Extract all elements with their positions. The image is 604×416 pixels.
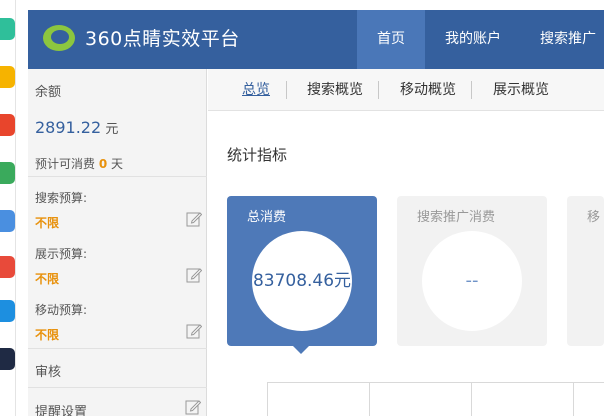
nav-home[interactable]: 首页 bbox=[357, 10, 425, 69]
balance-unit: 元 bbox=[105, 122, 119, 137]
logo-icon[interactable] bbox=[42, 24, 76, 52]
account-sidebar: 余额 2891.22 元 预计可消费 0 天 搜索预算: 不限 展示预算: 不限… bbox=[28, 69, 207, 416]
section-title: 统计指标 bbox=[227, 146, 288, 164]
blue-app-icon[interactable] bbox=[0, 300, 15, 322]
balance-value: 2891.22 bbox=[35, 118, 102, 137]
card-title: 总消费 bbox=[247, 210, 287, 225]
nav-my-account[interactable]: 我的账户 bbox=[433, 10, 513, 69]
mail-app-icon[interactable] bbox=[0, 162, 15, 184]
tab-search-overview[interactable]: 搜索概览 bbox=[307, 69, 363, 111]
tab-overview[interactable]: 总览 bbox=[242, 69, 270, 111]
days-unit: 天 bbox=[111, 157, 124, 171]
active-card-pointer bbox=[292, 345, 310, 354]
balance-section: 余额 2891.22 元 预计可消费 0 天 bbox=[28, 69, 207, 177]
balance-label: 余额 bbox=[35, 85, 62, 100]
teal-app-icon[interactable] bbox=[0, 18, 15, 40]
stats-table bbox=[267, 382, 604, 416]
display-budget-label: 展示预算: bbox=[35, 247, 88, 261]
app-dock bbox=[0, 0, 16, 416]
tab-separator bbox=[471, 81, 472, 99]
nav-search-promotion[interactable]: 搜索推广 bbox=[528, 10, 604, 69]
search-budget-value: 不限 bbox=[35, 216, 60, 230]
table-column-divider bbox=[471, 382, 472, 416]
tab-separator bbox=[286, 81, 287, 99]
card-value: 83708.46元 bbox=[252, 231, 352, 331]
mobile-budget-value: 不限 bbox=[35, 328, 60, 342]
tab-mobile-overview[interactable]: 移动概览 bbox=[400, 69, 456, 111]
days-label: 预计可消费 bbox=[35, 157, 96, 171]
budget-section: 搜索预算: 不限 展示预算: 不限 移动预算: 不限 bbox=[28, 177, 207, 349]
days-value: 0 bbox=[98, 157, 108, 171]
card-value: -- bbox=[422, 231, 522, 331]
reminder-settings-link[interactable]: 提醒设置 bbox=[35, 401, 87, 416]
brand-title: 360点睛实效平台 bbox=[85, 28, 240, 50]
weibo-icon[interactable] bbox=[0, 114, 15, 136]
divider bbox=[28, 387, 207, 388]
search-budget-label: 搜索预算: bbox=[35, 191, 88, 205]
balance-amount: 2891.22 元 bbox=[35, 118, 118, 137]
table-column-divider bbox=[369, 382, 370, 416]
star-app-icon[interactable] bbox=[0, 66, 15, 88]
total-spend-card[interactable]: 总消费 83708.46元 bbox=[227, 196, 377, 346]
table-column-divider bbox=[573, 382, 574, 416]
tab-separator bbox=[378, 81, 379, 99]
card-title: 移 bbox=[587, 210, 601, 225]
top-header: 360点睛实效平台 首页 我的账户 搜索推广 bbox=[28, 10, 604, 69]
days-row: 预计可消费 0 天 bbox=[35, 155, 123, 172]
overview-tabs: 总览 搜索概览 移动概览 展示概览 bbox=[208, 69, 604, 111]
edit-display-budget-icon[interactable] bbox=[186, 267, 202, 283]
search-spend-card[interactable]: 搜索推广消费 -- bbox=[397, 196, 547, 346]
card-title: 搜索推广消费 bbox=[417, 210, 496, 225]
display-budget-value: 不限 bbox=[35, 272, 60, 286]
red-app-icon[interactable] bbox=[0, 256, 15, 278]
audit-link[interactable]: 审核 bbox=[35, 361, 61, 380]
edit-reminder-icon[interactable] bbox=[185, 399, 201, 415]
note-app-icon[interactable] bbox=[0, 210, 15, 232]
tab-display-overview[interactable]: 展示概览 bbox=[493, 69, 549, 111]
mobile-budget-label: 移动预算: bbox=[35, 303, 88, 317]
edit-search-budget-icon[interactable] bbox=[186, 211, 202, 227]
dark-app-icon[interactable] bbox=[0, 348, 15, 370]
mobile-spend-card[interactable]: 移 bbox=[567, 196, 604, 346]
edit-mobile-budget-icon[interactable] bbox=[186, 323, 202, 339]
